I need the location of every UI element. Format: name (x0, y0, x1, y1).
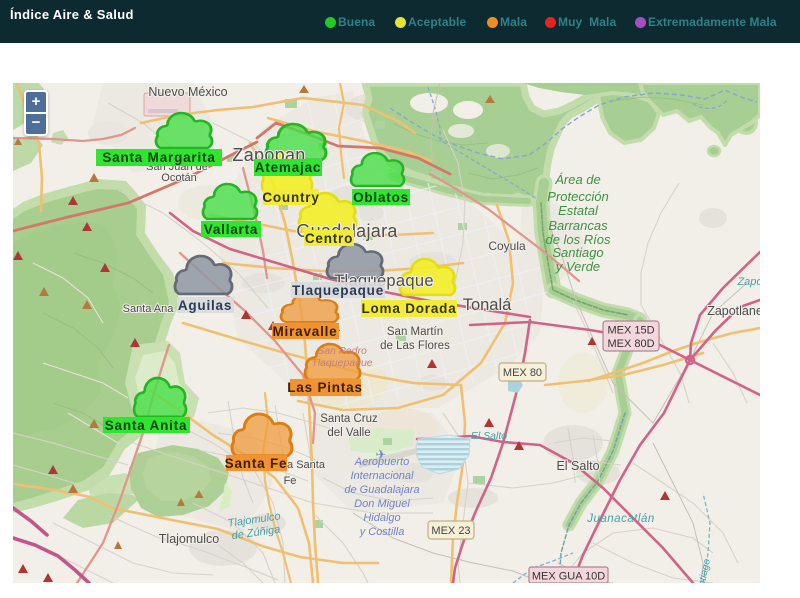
svg-text:MEX 23: MEX 23 (431, 525, 470, 537)
svg-text:Zapotlane: Zapotlane (707, 304, 760, 318)
svg-text:de Las Flores: de Las Flores (380, 340, 450, 352)
svg-text:Nuevo México: Nuevo México (148, 85, 227, 99)
svg-text:Barrancas: Barrancas (548, 218, 608, 233)
svg-text:Internacional: Internacional (351, 470, 415, 482)
svg-text:Juanacatlán: Juanacatlán (586, 513, 655, 525)
svg-text:San Martín: San Martín (387, 326, 443, 338)
svg-text:Santa Margarita: Santa Margarita (102, 150, 215, 165)
svg-text:Tlajomulco: Tlajomulco (159, 532, 219, 546)
svg-text:El Salto: El Salto (471, 430, 507, 442)
svg-text:Tlaquepaque: Tlaquepaque (292, 283, 384, 298)
svg-text:Aguilas: Aguilas (178, 298, 232, 313)
svg-text:Centro: Centro (305, 231, 353, 246)
svg-text:a Santa: a Santa (287, 459, 326, 471)
svg-text:Vallarta: Vallarta (204, 222, 258, 237)
svg-text:Country: Country (262, 190, 319, 205)
svg-text:MEX 80: MEX 80 (503, 367, 542, 379)
svg-text:El Salto: El Salto (556, 459, 599, 473)
svg-text:y Verde: y Verde (555, 259, 600, 274)
svg-text:Protección: Protección (547, 189, 608, 204)
svg-text:Santa Ana: Santa Ana (123, 303, 175, 315)
svg-text:Atemajac: Atemajac (255, 160, 321, 175)
svg-text:Fe: Fe (284, 475, 297, 487)
svg-text:y Costilla: y Costilla (359, 526, 405, 538)
svg-text:MEX 80D: MEX 80D (607, 338, 654, 350)
svg-text:Oblatos: Oblatos (353, 190, 409, 205)
svg-text:Tonalá: Tonalá (463, 296, 512, 314)
svg-text:Tlaquepaque: Tlaquepaque (311, 357, 372, 369)
svg-text:MEX GUA 10D: MEX GUA 10D (532, 571, 605, 583)
svg-text:Hidalgo: Hidalgo (363, 512, 400, 524)
svg-text:Santa Fe: Santa Fe (225, 456, 288, 471)
svg-text:Coyula: Coyula (488, 239, 526, 253)
svg-text:MEX 15D: MEX 15D (607, 325, 654, 337)
svg-text:Las Pintas: Las Pintas (287, 380, 363, 395)
svg-text:Don Miguel: Don Miguel (354, 498, 410, 510)
svg-text:del Valle: del Valle (327, 427, 370, 439)
svg-text:Miravalle: Miravalle (273, 324, 338, 339)
svg-text:Santiago: Santiago (552, 245, 603, 260)
svg-text:Estatal: Estatal (558, 203, 599, 218)
svg-text:San Pedro: San Pedro (317, 345, 367, 357)
svg-text:Santa Anita: Santa Anita (105, 418, 188, 433)
svg-text:de Guadalajara: de Guadalajara (344, 484, 419, 496)
svg-text:Zapo: Zapo (736, 276, 760, 288)
svg-text:Ocotán: Ocotán (161, 172, 196, 184)
svg-text:Aeropuerto: Aeropuerto (354, 456, 409, 468)
svg-text:Área de: Área de (554, 172, 601, 187)
svg-text:Loma Dorada: Loma Dorada (361, 301, 456, 316)
svg-text:Santa Cruz: Santa Cruz (320, 413, 378, 425)
